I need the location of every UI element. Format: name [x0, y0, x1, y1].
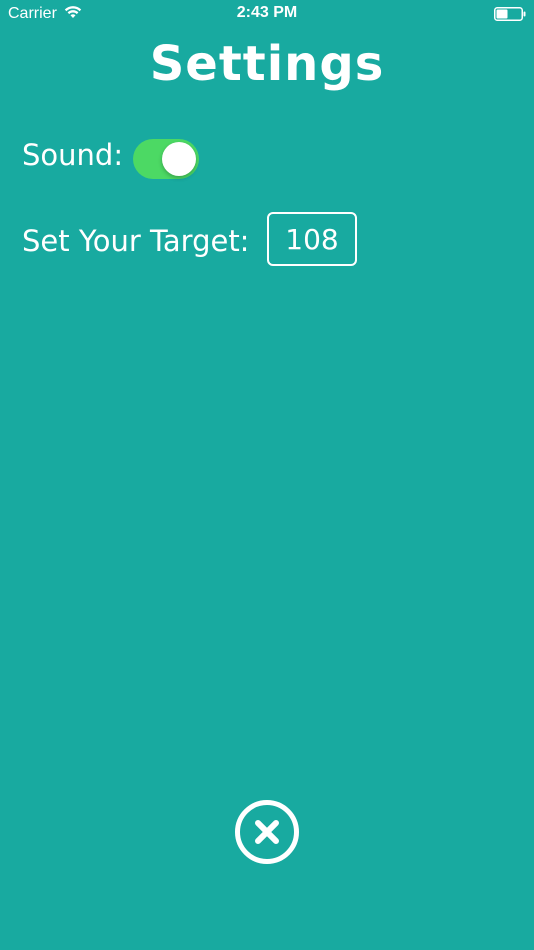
status-time: 2:43 PM — [236, 4, 298, 21]
close-button[interactable] — [235, 800, 299, 864]
sound-label: Sound: — [22, 138, 124, 172]
toggle-knob — [162, 142, 196, 176]
close-icon — [255, 820, 279, 844]
page-title: Settings — [149, 36, 385, 92]
sound-toggle[interactable] — [133, 139, 199, 179]
target-input[interactable] — [267, 212, 357, 266]
battery-icon — [494, 7, 526, 21]
target-label: Set Your Target: — [22, 224, 250, 258]
status-bar: Carrier 2:43 PM — [0, 0, 534, 28]
